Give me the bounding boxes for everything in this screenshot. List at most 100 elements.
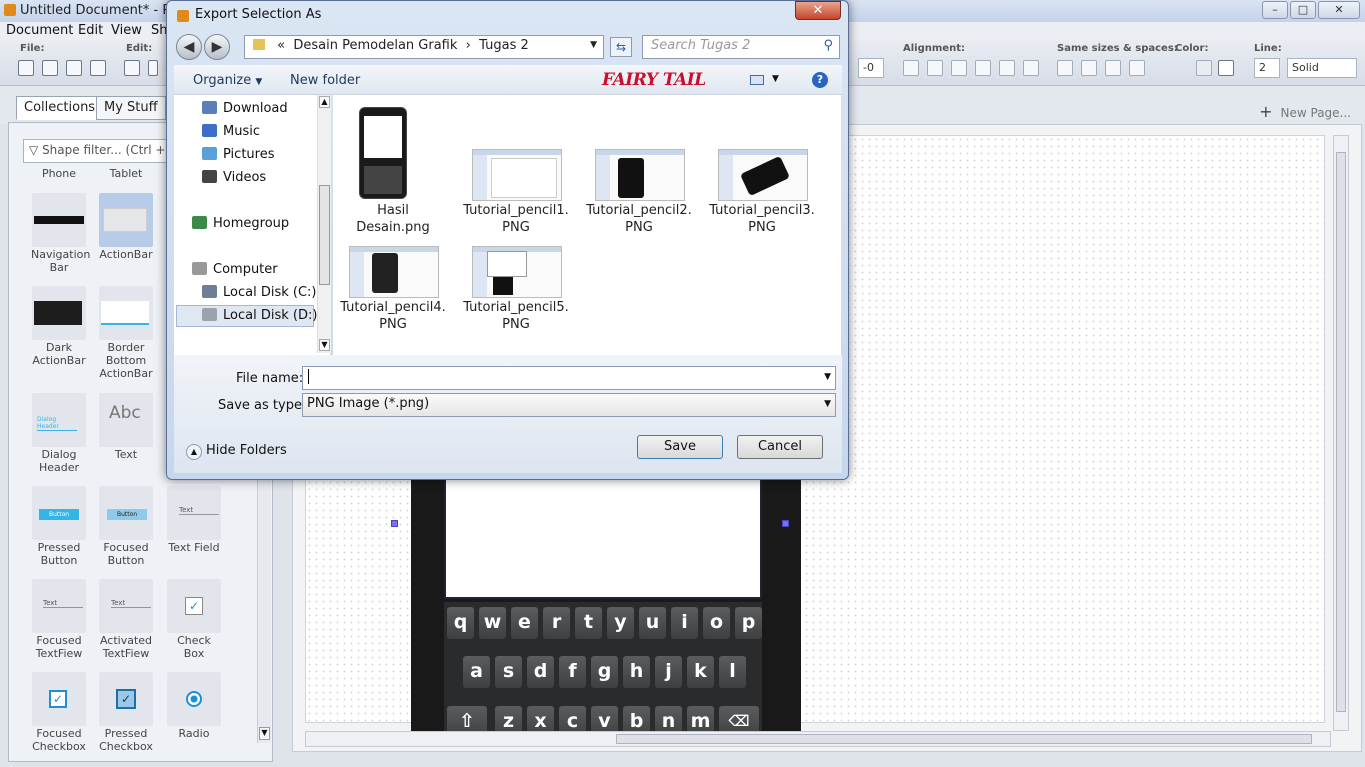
spinner-input[interactable]: -0 bbox=[858, 58, 884, 78]
search-input[interactable]: Search Tugas 2 ⚲ bbox=[642, 35, 840, 59]
breadcrumb-tugas[interactable]: Tugas 2 bbox=[479, 38, 529, 53]
same-vspace-icon[interactable] bbox=[1129, 60, 1145, 76]
line-width-input[interactable]: 2 bbox=[1254, 58, 1280, 78]
key-l[interactable]: l bbox=[719, 656, 746, 688]
minimize-button[interactable]: – bbox=[1262, 1, 1288, 19]
key-i[interactable]: i bbox=[671, 607, 698, 639]
key-w[interactable]: w bbox=[479, 607, 506, 639]
breadcrumb-desain[interactable]: Desain Pemodelan Grafik bbox=[293, 38, 457, 53]
key-f[interactable]: f bbox=[559, 656, 586, 688]
align-left-icon[interactable] bbox=[903, 60, 919, 76]
view-options-icon[interactable] bbox=[750, 75, 764, 85]
nav-item-homegroup[interactable]: Homegroup bbox=[192, 214, 289, 234]
activated-textfield-preview: Text bbox=[111, 599, 151, 608]
nav-item-local-disk-d[interactable]: Local Disk (D:) bbox=[202, 306, 317, 326]
nav-item-local-disk-c[interactable]: Local Disk (C:) bbox=[202, 283, 316, 303]
file-item-tutorial-pencil4-png[interactable]: Tutorial_pencil4. PNG bbox=[337, 299, 449, 333]
menu-edit[interactable]: Edit bbox=[78, 23, 103, 38]
key-y[interactable]: y bbox=[607, 607, 634, 639]
horizontal-scroll-thumb[interactable] bbox=[616, 734, 1312, 744]
file-item-tutorial-pencil2-png[interactable]: Tutorial_pencil2. PNG bbox=[583, 202, 695, 236]
key-o[interactable]: o bbox=[703, 607, 730, 639]
key-p[interactable]: p bbox=[735, 607, 762, 639]
vertical-scroll-thumb[interactable] bbox=[1336, 152, 1346, 712]
maximize-button[interactable]: □ bbox=[1290, 1, 1316, 19]
forward-arrow-icon[interactable]: ▶ bbox=[204, 34, 230, 60]
open-file-icon[interactable] bbox=[42, 60, 58, 76]
nav-pane-scrollbar[interactable]: ▲ ▼ bbox=[317, 95, 331, 353]
nav-item-pictures[interactable]: Pictures bbox=[202, 145, 274, 165]
save-type-select[interactable]: PNG Image (*.png) ▼ bbox=[302, 393, 836, 417]
scroll-up-arrow-icon[interactable]: ▲ bbox=[319, 96, 330, 108]
cut-icon[interactable] bbox=[148, 60, 158, 76]
nav-scroll-thumb[interactable] bbox=[319, 185, 330, 285]
chevron-down-icon[interactable]: ▼ bbox=[772, 74, 779, 84]
phone-shape[interactable]: q w e r t y u i o p a s d f g h j k l z x c v b n m ⇧ ⌫ bbox=[411, 476, 801, 738]
key-j[interactable]: j bbox=[655, 656, 682, 688]
align-center-icon[interactable] bbox=[927, 60, 943, 76]
file-item-hasil-desain-png[interactable]: Hasil Desain.png bbox=[337, 202, 449, 236]
menu-view[interactable]: View bbox=[111, 23, 142, 38]
file-item-tutorial-pencil5-png[interactable]: Tutorial_pencil5. PNG bbox=[460, 299, 572, 333]
key-k[interactable]: k bbox=[687, 656, 714, 688]
same-width-icon[interactable] bbox=[1057, 60, 1073, 76]
key-q[interactable]: q bbox=[447, 607, 474, 639]
refresh-icon[interactable]: ⇆ bbox=[610, 37, 632, 57]
save-button[interactable]: Save bbox=[637, 435, 723, 459]
menu-document[interactable]: Document bbox=[6, 23, 73, 38]
line-style-select[interactable]: Solid bbox=[1287, 58, 1357, 78]
fill-color-swatch[interactable] bbox=[1196, 60, 1212, 76]
pressed-checkbox-icon: ✓ bbox=[116, 689, 136, 709]
file-item-tutorial-pencil3-png[interactable]: Tutorial_pencil3. PNG bbox=[706, 202, 818, 236]
hide-folders-button[interactable]: ▲ Hide Folders bbox=[186, 443, 287, 460]
key-h[interactable]: h bbox=[623, 656, 650, 688]
scroll-down-arrow-icon[interactable]: ▼ bbox=[259, 727, 270, 740]
key-r[interactable]: r bbox=[543, 607, 570, 639]
organize-button[interactable]: Organize ▼ bbox=[193, 73, 262, 88]
align-right-icon[interactable] bbox=[951, 60, 967, 76]
breadcrumb-overflow[interactable]: « bbox=[277, 38, 285, 53]
chevron-down-icon[interactable]: ▼ bbox=[824, 372, 831, 382]
key-t[interactable]: t bbox=[575, 607, 602, 639]
canvas-vertical-scrollbar[interactable] bbox=[1333, 135, 1349, 731]
help-icon[interactable]: ? bbox=[812, 72, 828, 88]
key-s[interactable]: s bbox=[495, 656, 522, 688]
key-a[interactable]: a bbox=[463, 656, 490, 688]
align-middle-icon[interactable] bbox=[999, 60, 1015, 76]
canvas-horizontal-scrollbar[interactable] bbox=[305, 731, 1331, 747]
resize-handle-right[interactable] bbox=[782, 520, 789, 527]
search-icon[interactable]: ⚲ bbox=[823, 38, 833, 53]
tab-collections[interactable]: Collections bbox=[16, 96, 104, 120]
nav-item-videos[interactable]: Videos bbox=[202, 168, 266, 188]
key-d[interactable]: d bbox=[527, 656, 554, 688]
back-arrow-icon[interactable]: ◀ bbox=[176, 34, 202, 60]
align-top-icon[interactable] bbox=[975, 60, 991, 76]
address-bar[interactable]: « Desain Pemodelan Grafik › Tugas 2 ▼ bbox=[244, 35, 604, 59]
nav-item-download[interactable]: Download bbox=[202, 99, 288, 119]
file-name-field[interactable]: ▼ bbox=[302, 366, 836, 390]
dialog-close-button[interactable]: ✕ bbox=[795, 1, 841, 20]
same-hspace-icon[interactable] bbox=[1105, 60, 1121, 76]
chevron-down-icon[interactable]: ▼ bbox=[590, 40, 597, 50]
same-height-icon[interactable] bbox=[1081, 60, 1097, 76]
align-bottom-icon[interactable] bbox=[1023, 60, 1039, 76]
scroll-down-arrow-icon[interactable]: ▼ bbox=[319, 339, 330, 351]
file-item-tutorial-pencil1-png[interactable]: Tutorial_pencil1. PNG bbox=[460, 202, 572, 236]
new-page-button[interactable]: + New Page... bbox=[1259, 102, 1351, 121]
close-window-button[interactable]: ✕ bbox=[1318, 1, 1360, 19]
save-file-icon[interactable] bbox=[66, 60, 82, 76]
key-g[interactable]: g bbox=[591, 656, 618, 688]
new-folder-button[interactable]: New folder bbox=[290, 73, 360, 88]
key-e[interactable]: e bbox=[511, 607, 538, 639]
nav-item-computer[interactable]: Computer bbox=[192, 260, 278, 280]
shape-filter-input[interactable]: ▽ Shape filter... (Ctrl + bbox=[23, 139, 173, 163]
new-file-icon[interactable] bbox=[18, 60, 34, 76]
copy-icon[interactable] bbox=[124, 60, 140, 76]
print-icon[interactable] bbox=[90, 60, 106, 76]
key-u[interactable]: u bbox=[639, 607, 666, 639]
stroke-color-swatch[interactable] bbox=[1218, 60, 1234, 76]
nav-item-music[interactable]: Music bbox=[202, 122, 260, 142]
cancel-button[interactable]: Cancel bbox=[737, 435, 823, 459]
resize-handle-left[interactable] bbox=[391, 520, 398, 527]
tab-my-stuff[interactable]: My Stuff bbox=[96, 96, 166, 120]
